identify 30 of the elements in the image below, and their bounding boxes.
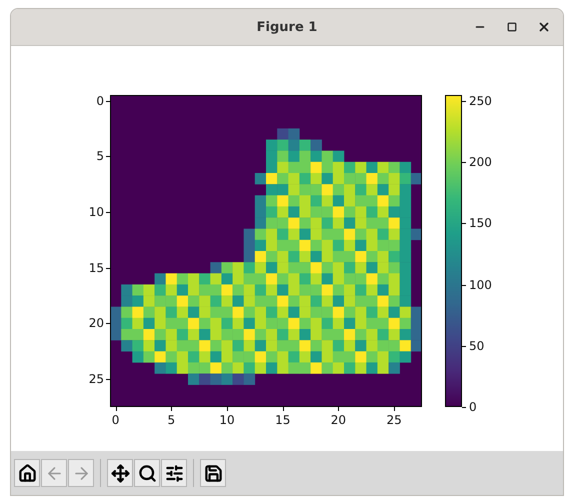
search-icon: [138, 464, 156, 482]
colorbar-tick-label: 100: [469, 278, 492, 292]
x-tick-label: 5: [167, 413, 176, 427]
colorbar-tick-label: 150: [469, 216, 492, 230]
maximize-icon: [507, 22, 517, 32]
move-arrows-icon: [110, 464, 130, 482]
zoom-button[interactable]: [134, 459, 160, 487]
sliders-icon: [164, 464, 184, 482]
x-tick-label: 20: [330, 413, 346, 427]
x-tick-label: 25: [386, 413, 402, 427]
x-tick-label: 15: [275, 413, 290, 427]
y-tick-label: 10: [88, 205, 104, 219]
y-tick-label: 15: [88, 260, 104, 275]
colorbar-tick-label: 50: [469, 338, 484, 353]
save-button[interactable]: [200, 459, 226, 487]
x-tick-label: 10: [219, 413, 235, 427]
home-icon: [18, 464, 36, 482]
colorbar-tick-label: 200: [469, 155, 492, 170]
sliders-button[interactable]: [161, 459, 187, 487]
colorbar-tick-label: 250: [469, 94, 492, 108]
y-tick-label: 25: [88, 372, 104, 386]
home-button[interactable]: [14, 459, 40, 487]
window-title: Figure 1: [256, 20, 318, 34]
colorbar-tick-label: 0: [469, 400, 477, 414]
y-tick-label: 20: [88, 316, 104, 330]
y-tick-label: 0: [96, 94, 104, 108]
close-icon: [537, 20, 551, 34]
x-tick-label: 0: [112, 413, 120, 427]
pan-button[interactable]: [107, 459, 133, 487]
y-tick-label: 5: [96, 149, 104, 164]
